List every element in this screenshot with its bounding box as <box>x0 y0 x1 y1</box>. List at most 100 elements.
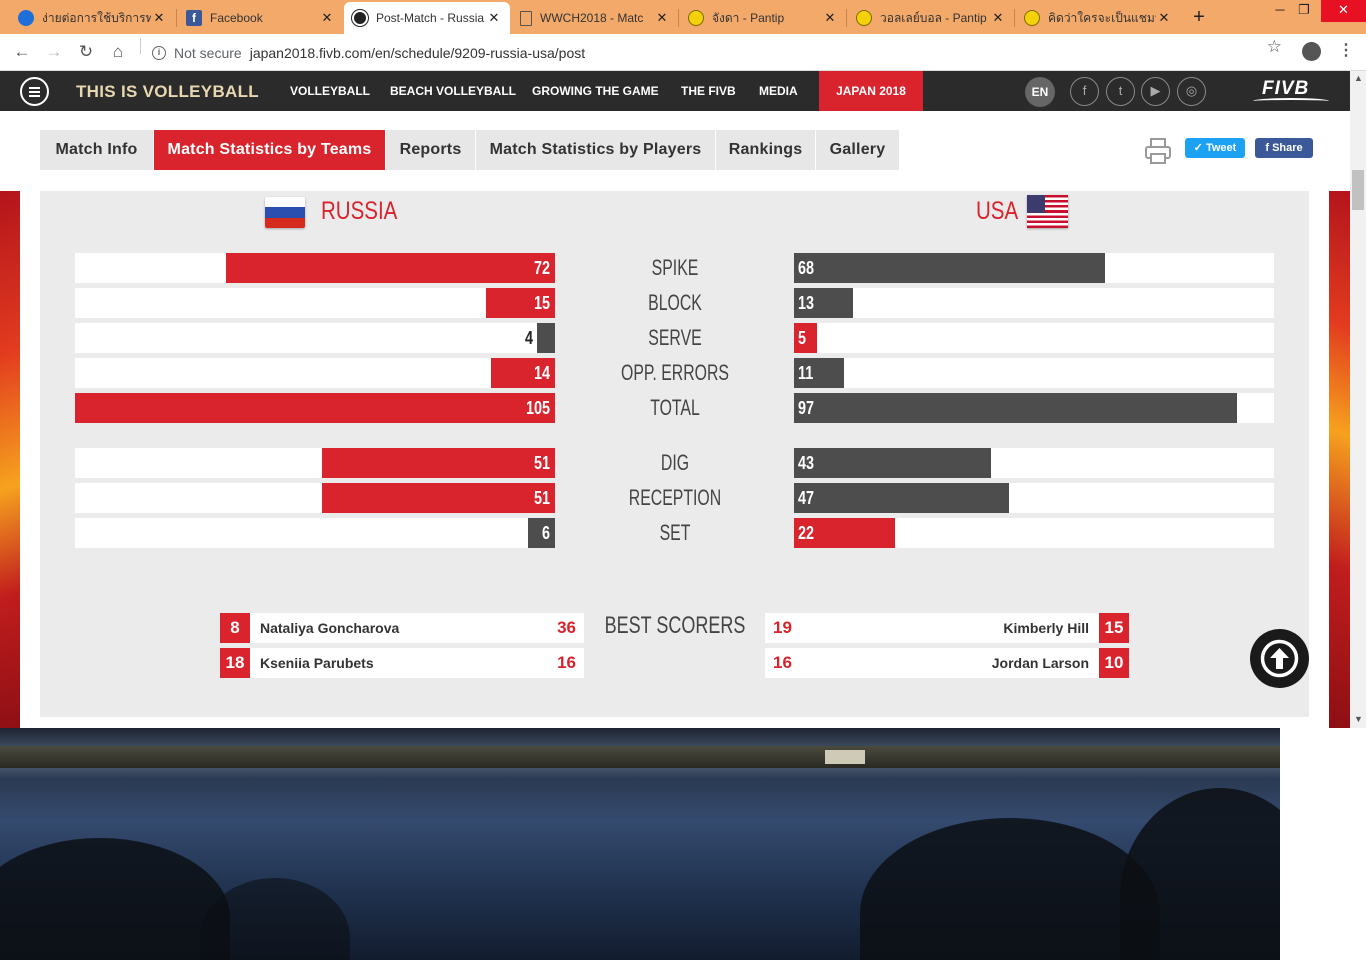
tab-match-statistics-by-players[interactable]: Match Statistics by Players <box>476 130 715 170</box>
team-left-name: RUSSIA <box>321 197 398 225</box>
browser-tab-active[interactable]: Post-Match - Russia ✕ <box>344 2 510 34</box>
document-icon <box>520 10 532 26</box>
building-in-photo <box>825 750 865 764</box>
close-tab-icon[interactable]: ✕ <box>151 10 167 26</box>
stat-bar-left <box>537 323 555 353</box>
profile-icon[interactable] <box>1302 42 1321 61</box>
browser-tab[interactable]: ง่ายต่อการใช้บริการทาง ✕ <box>10 2 175 34</box>
facebook-icon[interactable]: f <box>1070 77 1099 106</box>
nav-link-japan-2018[interactable]: JAPAN 2018 <box>819 71 923 111</box>
printer-icon[interactable] <box>1143 136 1173 166</box>
scorer-points: 36 <box>557 618 576 637</box>
tweet-button[interactable]: ✓ Tweet <box>1185 138 1245 158</box>
close-tab-icon[interactable]: ✕ <box>319 10 335 26</box>
restore-icon[interactable]: ❐ <box>1286 0 1322 22</box>
language-button[interactable]: EN <box>1025 77 1055 107</box>
stat-value-left: 72 <box>533 258 550 278</box>
close-tab-icon[interactable]: ✕ <box>486 10 502 26</box>
youtube-icon[interactable]: ▶ <box>1141 77 1170 106</box>
stat-bar-right-track: 43 <box>794 448 1274 478</box>
stat-bar-left-track: 15 <box>75 288 555 318</box>
stat-label: RECEPTION <box>628 485 722 510</box>
stat-bar-right <box>794 483 1009 513</box>
nav-link-growing-the-game[interactable]: GROWING THE GAME <box>532 84 659 98</box>
russia-flag-icon <box>265 197 305 228</box>
stat-bar-left <box>75 393 555 423</box>
twitter-icon[interactable]: t <box>1106 77 1135 106</box>
nav-link-beach-volleyball[interactable]: BEACH VOLLEYBALL <box>390 84 516 98</box>
address-bar[interactable]: i Not secure japan2018.fivb.com/en/sched… <box>140 38 1290 67</box>
scorer-name[interactable]: Kimberly Hill <box>1003 613 1089 643</box>
url-text[interactable]: japan2018.fivb.com/en/schedule/9209-russ… <box>250 45 585 61</box>
scorer-points: 16 <box>557 653 576 672</box>
hamburger-menu-icon[interactable] <box>20 77 49 106</box>
stat-label: SPIKE <box>651 255 699 280</box>
share-button[interactable]: f Share <box>1255 138 1313 158</box>
home-icon[interactable]: ⌂ <box>106 40 130 64</box>
stat-bar-right <box>794 448 991 478</box>
stat-value-right: 68 <box>798 258 815 278</box>
page-scrollbar-thumb[interactable] <box>1352 170 1364 210</box>
tab-separator <box>678 9 679 27</box>
browser-tab[interactable]: WWCH2018 - Matc ✕ <box>512 2 678 34</box>
back-arrow-icon[interactable]: ← <box>10 40 34 64</box>
stat-bar-right-track: 22 <box>794 518 1274 548</box>
usa-flag-icon <box>1027 195 1068 228</box>
close-window-icon[interactable]: ✕ <box>1321 0 1366 22</box>
tab-separator <box>1014 9 1015 27</box>
scroll-down-arrow-icon[interactable]: ▼ <box>1354 714 1363 724</box>
scorer-points: 16 <box>773 653 792 672</box>
new-tab-button[interactable]: + <box>1187 5 1211 29</box>
scorer-name[interactable]: Kseniia Parubets <box>260 648 374 678</box>
scorer-row: Nataliya Goncharova 36 <box>250 613 584 643</box>
stat-value-left: 6 <box>541 523 550 543</box>
stat-bar-left-track: 72 <box>75 253 555 283</box>
close-tab-icon[interactable]: ✕ <box>654 10 670 26</box>
tab-match-statistics-by-teams[interactable]: Match Statistics by Teams <box>154 130 385 170</box>
fivb-logo[interactable]: FIVB <box>1262 78 1309 100</box>
browser-tab[interactable]: จังดา - Pantip ✕ <box>680 2 846 34</box>
stat-bar-left-track: 14 <box>75 358 555 388</box>
volleyball-icon <box>352 10 368 26</box>
scroll-up-arrow-icon[interactable]: ▲ <box>1354 73 1363 83</box>
stat-value-left: 15 <box>533 293 550 313</box>
browser-tab[interactable]: วอลเลย์บอล - Pantip ✕ <box>848 2 1014 34</box>
forward-arrow-icon[interactable]: → <box>42 40 66 64</box>
tab-match-info[interactable]: Match Info <box>40 130 153 170</box>
twitter-bird-icon: ✓ <box>1193 142 1206 154</box>
stat-label: BLOCK <box>648 290 702 315</box>
tab-reports[interactable]: Reports <box>386 130 475 170</box>
nav-link-volleyball[interactable]: VOLLEYBALL <box>290 84 370 98</box>
scroll-to-top-button[interactable] <box>1250 629 1309 688</box>
facebook-icon: f <box>186 10 202 26</box>
browser-tab-strip: ง่ายต่อการใช้บริการทาง ✕ f Facebook ✕ Po… <box>0 0 1366 34</box>
scorer-name[interactable]: Nataliya Goncharova <box>260 613 399 643</box>
browser-tab[interactable]: คิดว่าใครจะเป็นแชมป์ ✕ <box>1016 2 1180 34</box>
tab-rankings[interactable]: Rankings <box>716 130 815 170</box>
close-tab-icon[interactable]: ✕ <box>990 10 1006 26</box>
site-brand[interactable]: THIS IS VOLLEYBALL <box>76 82 259 102</box>
team-right-name: USA <box>976 197 1019 225</box>
browser-tab[interactable]: f Facebook ✕ <box>178 2 343 34</box>
stat-bar-left-track: 4 <box>75 323 555 353</box>
scorer-name[interactable]: Jordan Larson <box>992 648 1089 678</box>
info-icon[interactable]: i <box>152 45 166 60</box>
stat-label: OPP. ERRORS <box>621 360 729 385</box>
stat-value-right: 13 <box>798 293 815 313</box>
arrow-up-circle-icon <box>1260 639 1299 678</box>
close-tab-icon[interactable]: ✕ <box>1156 10 1172 26</box>
stat-value-right: 5 <box>798 328 807 348</box>
menu-dots-icon[interactable]: ⋮ <box>1338 40 1354 60</box>
bookmark-star-icon[interactable]: ☆ <box>1267 37 1282 57</box>
nav-link-the-fivb[interactable]: THE FIVB <box>681 84 736 98</box>
close-tab-icon[interactable]: ✕ <box>822 10 838 26</box>
nav-link-media[interactable]: MEDIA <box>759 84 798 98</box>
stat-bar-left-track: 51 <box>75 448 555 478</box>
tab-gallery[interactable]: Gallery <box>816 130 899 170</box>
scorer-row: 16 Jordan Larson <box>765 648 1099 678</box>
instagram-icon[interactable]: ◎ <box>1177 77 1206 106</box>
stat-value-left: 51 <box>533 488 550 508</box>
reload-icon[interactable]: ↻ <box>74 40 98 64</box>
stat-value-right: 47 <box>798 488 815 508</box>
stat-value-right: 22 <box>798 523 815 543</box>
